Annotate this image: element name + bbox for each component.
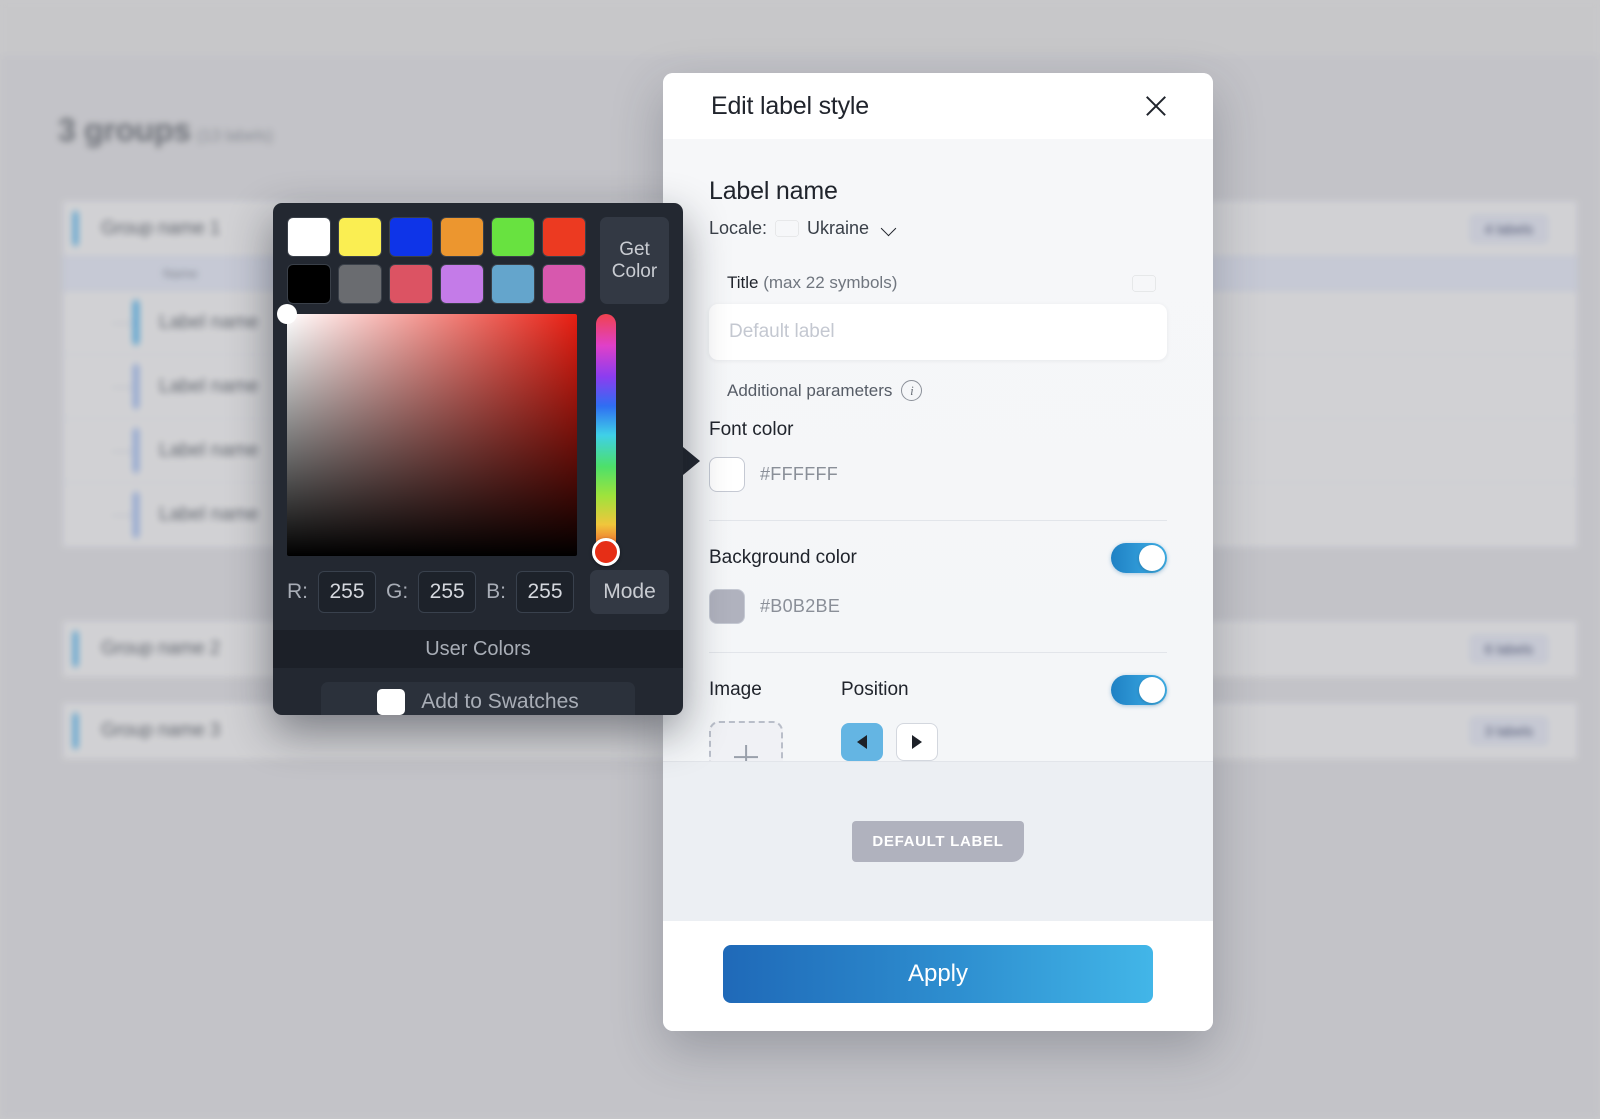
font-color-hex: #FFFFFF [760, 464, 838, 485]
title-label-text: Title [727, 273, 759, 292]
toggle-knob [1139, 545, 1165, 571]
close-icon[interactable] [1141, 91, 1171, 121]
picker-swatch[interactable] [542, 264, 586, 304]
font-color-row: #FFFFFF [709, 457, 1167, 492]
picker-swatch[interactable] [542, 217, 586, 257]
triangle-right-icon [912, 735, 922, 749]
add-to-swatches-button[interactable]: Add to Swatches [321, 682, 635, 715]
sv-cursor[interactable] [277, 304, 297, 324]
dialog-body: Label name Locale: Ukraine Title (max 22… [663, 139, 1213, 761]
get-color-label: Get Color [600, 239, 669, 283]
section-title: Label name [709, 177, 1167, 206]
title-label-hint: (max 22 symbols) [763, 273, 897, 292]
divider [709, 652, 1167, 653]
background-color-header: Background color [709, 543, 1167, 573]
edit-label-style-dialog: Edit label style Label name Locale: Ukra… [663, 73, 1213, 1031]
label-preview-pane: DEFAULT LABEL [663, 761, 1213, 921]
divider [709, 520, 1167, 521]
triangle-left-icon [857, 735, 867, 749]
title-field-header: Title (max 22 symbols) [709, 273, 1167, 293]
title-field-label: Title (max 22 symbols) [727, 273, 897, 293]
image-toggle[interactable] [1111, 675, 1167, 705]
position-left-button[interactable] [841, 723, 883, 761]
picker-swatch[interactable] [491, 264, 535, 304]
background-color-row: #B0B2BE [709, 589, 1167, 624]
background-color-toggle[interactable] [1111, 543, 1167, 573]
locale-selector[interactable]: Locale: Ukraine [709, 218, 1167, 239]
green-input[interactable] [418, 571, 476, 613]
color-picker-panel: Get Color R: G: B: Mode User Colors Add … [273, 203, 683, 715]
green-label: G: [386, 580, 408, 604]
additional-parameters-row: Additional parameters i [709, 380, 1167, 401]
picker-swatch[interactable] [491, 217, 535, 257]
picker-swatches-area: Get Color [273, 203, 683, 314]
locale-value: Ukraine [807, 218, 869, 239]
info-icon[interactable]: i [901, 380, 922, 401]
dialog-header: Edit label style [663, 73, 1213, 139]
preview-chip: DEFAULT LABEL [852, 821, 1023, 862]
position-label: Position [841, 679, 909, 701]
apply-button[interactable]: Apply [723, 945, 1153, 1003]
blue-input[interactable] [516, 571, 574, 613]
locale-label: Locale: [709, 218, 767, 239]
blue-label: B: [486, 580, 506, 604]
position-buttons [841, 723, 938, 761]
picker-swatch-grid [287, 217, 586, 304]
saturation-value-area[interactable] [287, 314, 577, 556]
picker-gradient-area [273, 314, 683, 556]
position-right-button[interactable] [896, 723, 938, 761]
dialog-footer: Apply [663, 921, 1213, 1031]
user-colors-header: User Colors [273, 630, 683, 668]
background-color-hex: #B0B2BE [760, 596, 840, 617]
toggle-knob [1139, 677, 1165, 703]
rgb-inputs-row: R: G: B: Mode [273, 556, 683, 630]
red-label: R: [287, 580, 308, 604]
dialog-title: Edit label style [711, 92, 869, 121]
font-color-label: Font color [709, 419, 1167, 441]
picker-swatch[interactable] [440, 264, 484, 304]
image-label: Image [709, 679, 783, 701]
picker-swatch[interactable] [338, 217, 382, 257]
get-color-button[interactable]: Get Color [600, 217, 669, 304]
picker-footer: Add to Swatches [273, 668, 683, 715]
add-image-dropzone[interactable] [709, 721, 783, 761]
current-color-chip [377, 689, 405, 715]
add-to-swatches-label: Add to Swatches [421, 690, 579, 714]
hue-gradient [596, 314, 616, 556]
picker-swatch[interactable] [287, 217, 331, 257]
font-color-swatch[interactable] [709, 457, 745, 492]
ukraine-flag-icon [776, 221, 798, 236]
hue-handle[interactable] [592, 538, 620, 566]
mode-button[interactable]: Mode [590, 570, 669, 614]
background-color-swatch[interactable] [709, 589, 745, 624]
background-color-label: Background color [709, 547, 857, 569]
user-colors-label: User Colors [425, 638, 531, 661]
picker-pointer [683, 447, 700, 475]
picker-swatch[interactable] [389, 217, 433, 257]
hue-slider[interactable] [595, 314, 617, 556]
picker-swatch[interactable] [440, 217, 484, 257]
image-section-header: Image Position [709, 675, 1167, 705]
image-controls [709, 721, 1167, 761]
picker-swatch[interactable] [287, 264, 331, 304]
ukraine-flag-icon [1133, 276, 1155, 291]
additional-parameters-label: Additional parameters [727, 381, 892, 401]
picker-swatch[interactable] [338, 264, 382, 304]
red-input[interactable] [318, 571, 376, 613]
chevron-down-icon[interactable] [882, 222, 896, 236]
picker-swatch[interactable] [389, 264, 433, 304]
title-input[interactable] [709, 304, 1167, 360]
